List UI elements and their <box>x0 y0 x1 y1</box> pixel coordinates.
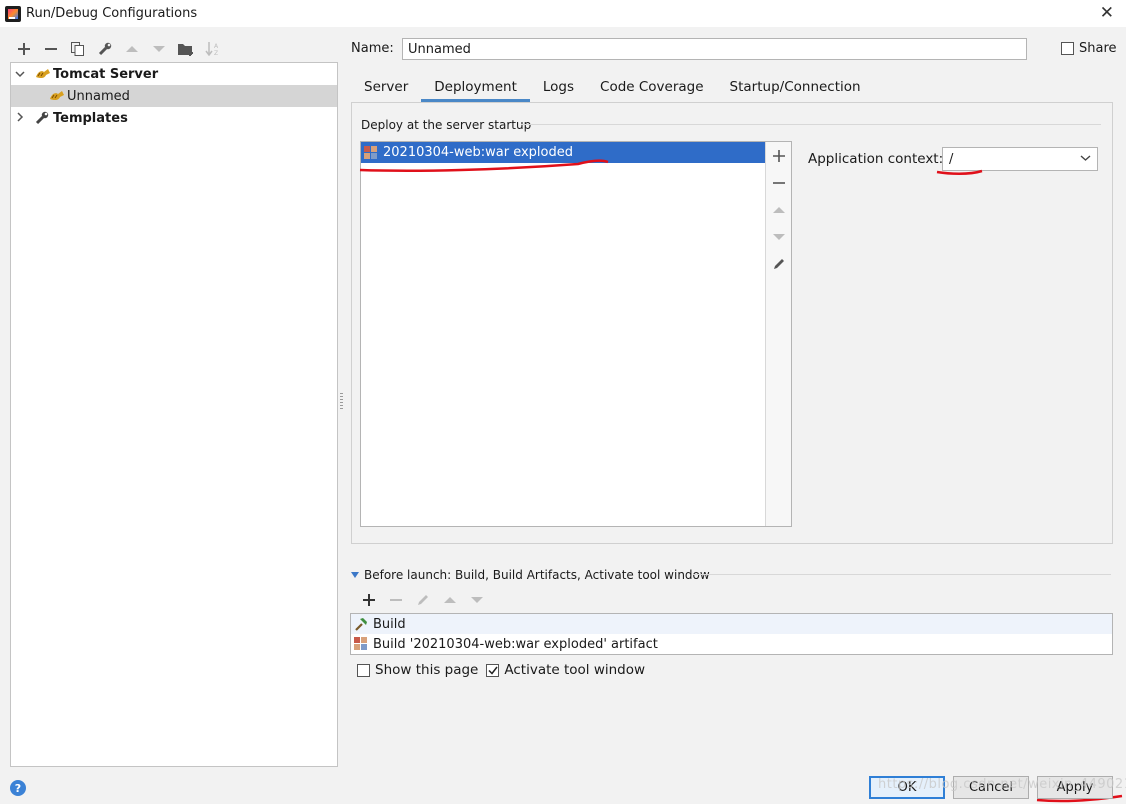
divider <box>693 574 1111 575</box>
move-down-icon[interactable] <box>145 38 172 60</box>
watermark-text: https://blog.csdn.net/weixin_44902124 <box>878 777 1126 792</box>
hammer-icon <box>354 617 368 631</box>
list-item[interactable]: Build <box>351 614 1112 634</box>
red-underline-annotation <box>359 159 609 172</box>
tree-item-templates[interactable]: Templates <box>11 107 337 129</box>
checkbox-unchecked-icon[interactable] <box>1061 42 1074 55</box>
before-launch-toolbar <box>355 590 490 610</box>
application-context-value: / <box>949 151 954 167</box>
tree-item-label: Templates <box>53 110 128 126</box>
before-launch-header[interactable]: Before launch: Build, Build Artifacts, A… <box>351 568 710 582</box>
tomcat-icon <box>49 89 65 103</box>
before-launch-list: Build Build '20210304-web:war exploded' … <box>350 613 1113 655</box>
move-down-icon[interactable] <box>766 223 792 250</box>
launch-options: Show this page Activate tool window <box>357 662 645 678</box>
wrench-icon <box>35 111 51 125</box>
new-folder-icon[interactable] <box>172 38 199 60</box>
tree-item-label: Tomcat Server <box>53 66 159 82</box>
svg-text:A: A <box>214 43 219 50</box>
chevron-down-icon[interactable] <box>13 68 27 81</box>
tomcat-icon <box>35 67 51 81</box>
tree-item-tomcat-server[interactable]: Tomcat Server <box>11 63 337 85</box>
deploy-group-label: Deploy at the server startup <box>361 118 532 132</box>
show-page-checkbox[interactable] <box>357 663 370 677</box>
list-item-label: Build '20210304-web:war exploded' artifa… <box>373 636 658 652</box>
red-underline-annotation <box>936 169 983 175</box>
move-up-icon[interactable] <box>766 196 792 223</box>
remove-icon[interactable] <box>766 169 792 196</box>
share-checkbox[interactable]: Share <box>1061 41 1117 56</box>
configuration-tree: Tomcat Server Unnamed Templates <box>10 62 338 767</box>
list-item[interactable]: Build '20210304-web:war exploded' artifa… <box>351 634 1112 654</box>
move-up-icon[interactable] <box>436 590 463 610</box>
tab-startup-connection[interactable]: Startup/Connection <box>717 72 874 102</box>
remove-icon[interactable] <box>37 38 64 60</box>
add-icon[interactable] <box>355 590 382 610</box>
edit-pencil-icon[interactable] <box>766 250 792 277</box>
svg-text:Z: Z <box>214 50 218 56</box>
tab-server[interactable]: Server <box>351 72 421 102</box>
tree-item-label: Unnamed <box>67 88 130 104</box>
wrench-icon[interactable] <box>91 38 118 60</box>
edit-pencil-icon[interactable] <box>409 590 436 610</box>
chevron-down-icon[interactable] <box>1080 152 1091 165</box>
sort-icon[interactable]: AZ <box>199 38 226 60</box>
close-icon[interactable]: ✕ <box>1100 5 1114 22</box>
application-context-label: Application context: <box>808 151 944 167</box>
remove-icon[interactable] <box>382 590 409 610</box>
add-icon[interactable] <box>10 38 37 60</box>
collapse-triangle-icon[interactable] <box>351 572 359 578</box>
activate-tool-checkbox[interactable] <box>486 663 500 677</box>
window-title: Run/Debug Configurations <box>26 6 198 21</box>
title-bar: Run/Debug Configurations ✕ <box>0 0 1126 27</box>
activate-tool-label: Activate tool window <box>504 662 646 678</box>
add-icon[interactable] <box>766 142 792 169</box>
tab-code-coverage[interactable]: Code Coverage <box>587 72 717 102</box>
move-up-icon[interactable] <box>118 38 145 60</box>
chevron-right-icon[interactable] <box>13 111 27 125</box>
artifact-list: 20210304-web:war exploded <box>360 141 792 527</box>
share-label: Share <box>1079 41 1117 56</box>
show-page-label: Show this page <box>375 662 479 678</box>
copy-icon[interactable] <box>64 38 91 60</box>
splitter-handle[interactable] <box>340 393 343 409</box>
before-launch-label: Before launch: Build, Build Artifacts, A… <box>364 568 710 582</box>
tab-logs[interactable]: Logs <box>530 72 587 102</box>
move-down-icon[interactable] <box>463 590 490 610</box>
help-icon[interactable]: ? <box>10 780 26 796</box>
name-label: Name: <box>351 41 394 56</box>
intellij-app-icon <box>5 5 21 22</box>
config-tabs: Server Deployment Logs Code Coverage Sta… <box>351 72 874 102</box>
list-item-label: Build <box>373 616 406 632</box>
artifact-list-toolbar <box>765 142 791 526</box>
divider <box>521 124 1101 125</box>
config-toolbar: AZ <box>10 38 226 60</box>
tab-deployment[interactable]: Deployment <box>421 72 530 102</box>
name-input[interactable] <box>402 38 1027 60</box>
tree-item-unnamed[interactable]: Unnamed <box>11 85 337 107</box>
artifact-icon <box>354 637 368 651</box>
